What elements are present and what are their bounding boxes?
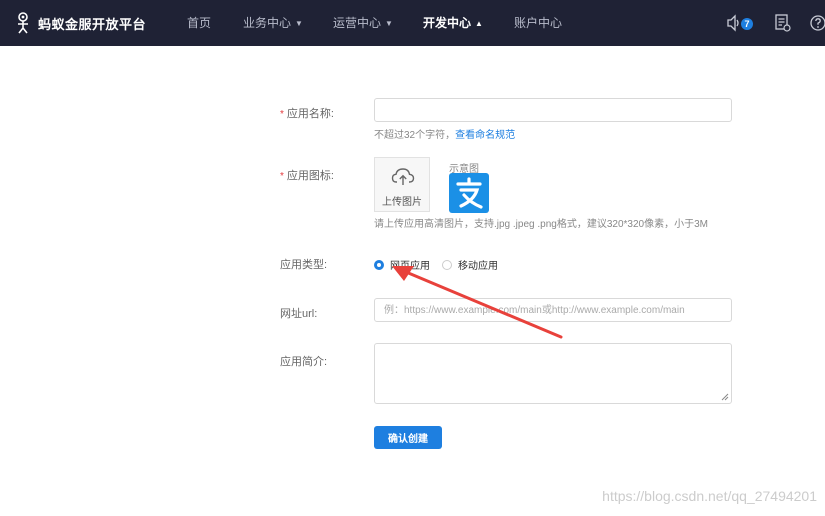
nav-item-label: 开发中心 [423,16,472,30]
radio-mobile-app[interactable]: 移动应用 [442,257,498,272]
nav-item-label: 运营中心 [333,16,382,30]
nav-item-business[interactable]: 业务中心 ▼ [243,0,303,46]
app-icon-label: * 应用图标: [280,167,334,183]
required-mark: * [280,109,284,120]
app-icon-hint: 请上传应用高清图片，支持.jpg .jpeg .png格式，建议320*320像… [374,219,708,230]
app-intro-label: 应用简介: [280,356,328,368]
ant-logo-icon [18,12,28,34]
radio-web-app[interactable]: 网页应用 [374,257,430,272]
notification-count-badge: 7 [741,18,753,30]
sample-app-icon [449,173,489,213]
radio-web-app-label: 网页应用 [390,261,430,272]
resize-handle-icon[interactable] [721,393,729,401]
app-name-label: * 应用名称: [280,105,334,121]
cloud-upload-icon [391,168,415,185]
nav-item-home[interactable]: 首页 [187,0,211,46]
nav-item-developer[interactable]: 开发中心 ▲ [423,0,483,46]
url-field[interactable] [374,298,732,322]
app-name-field[interactable] [374,98,732,122]
url-input[interactable] [375,299,731,321]
radio-mobile-app-label: 移动应用 [458,261,498,272]
upload-image-button[interactable]: 上传图片 [374,157,430,212]
nav-item-operations[interactable]: 运营中心 ▼ [333,0,393,46]
caret-up-icon: ▲ [475,18,483,28]
upload-image-label: 上传图片 [382,197,422,208]
caret-down-icon: ▼ [385,18,393,28]
documents-button[interactable] [774,13,794,33]
help-icon [810,15,825,31]
help-button[interactable] [809,13,825,33]
caret-down-icon: ▼ [295,18,303,28]
naming-rules-link[interactable]: 查看命名规范 [455,130,515,141]
url-label: 网址url: [280,308,318,320]
app-intro-field[interactable] [374,343,732,404]
app-name-label-text: 应用名称: [286,108,334,120]
document-settings-icon [775,14,791,32]
alipay-logo-icon [456,177,483,209]
speaker-icon [727,14,739,32]
app-name-hint-text: 不超过32个字符， [374,130,456,141]
app-intro-textarea[interactable] [375,344,731,403]
brand-name: 蚂蚁金服开放平台 [38,16,147,32]
required-mark: * [280,171,284,182]
notification-button[interactable]: 7 [726,13,753,33]
app-icon-label-text: 应用图标: [286,170,334,182]
radio-unchecked-icon [442,259,452,270]
nav-item-account[interactable]: 账户中心 [514,0,562,46]
nav-item-label: 账户中心 [514,16,563,30]
top-nav-bar: 蚂蚁金服开放平台 首页 业务中心 ▼ 运营中心 ▼ 开发中心 ▲ 账户中心 7 [0,0,825,46]
watermark: https://blog.csdn.net/qq_27494201 [602,488,817,504]
nav-item-label: 首页 [187,16,212,30]
brand[interactable]: 蚂蚁金服开放平台 [14,0,146,46]
app-name-input[interactable] [375,99,731,121]
nav-item-label: 业务中心 [243,16,292,30]
confirm-create-button[interactable]: 确认创建 [374,426,442,449]
app-name-hint: 不超过32个字符，查看命名规范 [374,126,515,141]
radio-checked-icon [374,259,384,270]
app-type-label: 应用类型: [280,259,328,271]
